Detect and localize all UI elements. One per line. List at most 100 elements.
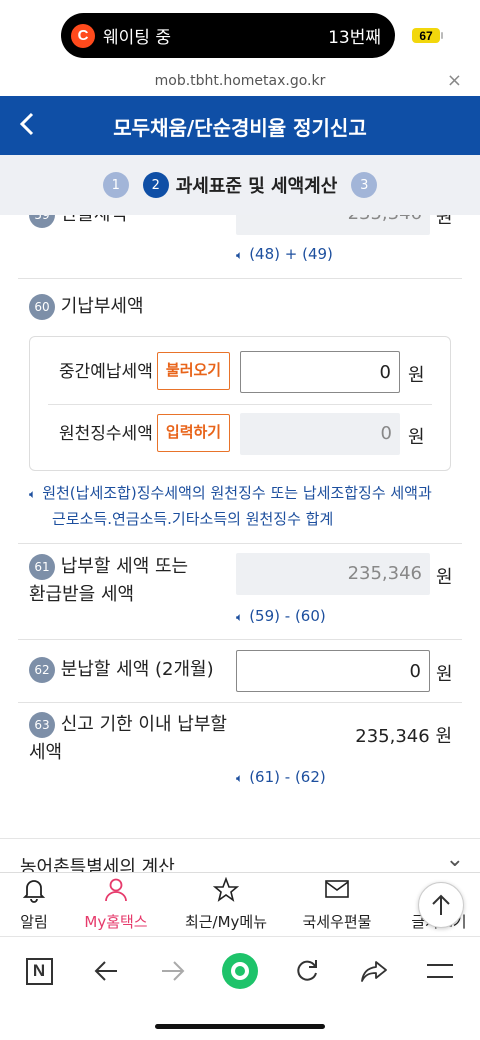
battery-icon: 67 xyxy=(412,28,440,43)
row-63-number: 63 xyxy=(29,712,55,738)
forward-button[interactable] xyxy=(153,951,193,991)
catchtable-logo-icon: C xyxy=(71,23,95,48)
arrow-up-icon xyxy=(432,894,450,915)
step-2-label: 과세표준 및 세액계산 xyxy=(175,176,338,197)
mail-icon xyxy=(296,877,378,911)
row-60-note-line1: 원천(납세조합)징수세액의 원천징수 또는 납세조합징수 세액과 xyxy=(42,484,432,502)
row-61-value: 235,346 xyxy=(236,553,430,595)
nav-alarm[interactable]: 알림 xyxy=(6,873,62,937)
bottom-nav: 알림 My홈택스 최근/My메뉴 국세우편물 가 글자크기 xyxy=(0,872,480,936)
step-1[interactable]: 1 xyxy=(102,172,129,198)
nav-mail-label: 국세우편물 xyxy=(302,913,372,931)
star-icon xyxy=(180,876,272,911)
naver-home-button[interactable]: N xyxy=(19,951,59,991)
row-61-unit: 원 xyxy=(436,567,453,588)
row-62-label: 62 분납할 세액 (2개월) xyxy=(29,656,214,684)
speaker-icon: 🔈︎ xyxy=(29,487,37,501)
enter-withholding-button[interactable]: 입력하기 xyxy=(157,414,230,452)
row-62-number: 62 xyxy=(29,657,55,683)
speaker-icon: 🔈︎ xyxy=(236,610,244,624)
row-61-label-line1: 납부할 세액 또는 xyxy=(60,556,189,577)
nav-myhometax[interactable]: My홈택스 xyxy=(76,873,156,937)
row-63-formula[interactable]: 🔈︎ (61) - (62) xyxy=(236,768,326,786)
rural-tax-section-title: 농어촌특별세의 계산 xyxy=(20,857,175,872)
waiting-status-text: 웨이팅 중 xyxy=(103,28,171,48)
divider xyxy=(18,702,462,703)
arrow-right-icon xyxy=(162,961,185,981)
page-title: 모두채움/단순경비율 정기신고 xyxy=(113,116,367,140)
green-circle-icon xyxy=(222,953,258,989)
installment-tax-input[interactable]: 0 xyxy=(236,650,430,692)
chevron-down-icon: ⌄ xyxy=(445,847,464,872)
reload-icon xyxy=(297,960,317,981)
row-63-label-line1: 신고 기한 이내 납부할 xyxy=(60,714,227,735)
speaker-icon: 🔈︎ xyxy=(236,771,244,785)
row-59-label: 59 산출세액 xyxy=(29,215,127,229)
live-activity-island[interactable]: C 웨이팅 중 13번째 xyxy=(61,13,395,58)
reload-button[interactable] xyxy=(287,951,327,991)
url-text: mob.tbht.hometax.go.kr xyxy=(154,73,326,89)
row-59-label-text: 산출세액 xyxy=(61,215,127,225)
nav-myhometax-label: My홈택스 xyxy=(84,913,148,931)
row-59-value: 235,346 xyxy=(236,215,430,235)
row-61-label-line2: 환급받을 세액 xyxy=(29,584,135,605)
form-content[interactable]: 59 산출세액 235,346 원 🔈︎ (48) + (49) 60 기납부세액… xyxy=(0,215,480,870)
menu-button[interactable] xyxy=(420,951,460,991)
arrow-left-icon xyxy=(94,961,117,981)
interim-tax-label: 중간예납세액 xyxy=(59,362,153,382)
nav-alarm-label: 알림 xyxy=(20,913,48,931)
withholding-tax-unit: 원 xyxy=(408,427,425,448)
row-62-label-text: 분납할 세액 (2개월) xyxy=(60,659,214,680)
row-61-label: 61 납부할 세액 또는 xyxy=(29,553,188,581)
row-62-unit: 원 xyxy=(436,664,453,685)
row-59-number: 59 xyxy=(29,215,55,228)
naver-n-icon: N xyxy=(25,957,53,985)
battery-tip xyxy=(441,32,443,39)
scroll-to-top-button[interactable] xyxy=(418,882,464,928)
row-61-number: 61 xyxy=(29,554,55,580)
row-63-label-line2: 세액 xyxy=(29,742,63,763)
withholding-tax-value: 0 xyxy=(240,413,400,455)
step-indicator: 1 2 과세표준 및 세액계산 3 xyxy=(0,155,480,215)
nav-recent-label: 최근/My메뉴 xyxy=(184,913,268,931)
url-bar[interactable]: mob.tbht.hometax.go.kr × xyxy=(0,68,480,96)
row-61-formula[interactable]: 🔈︎ (59) - (60) xyxy=(236,607,326,625)
rural-tax-section-header[interactable]: 농어촌특별세의 계산 ⌄ xyxy=(0,838,480,872)
share-button[interactable] xyxy=(354,951,394,991)
status-bar: C 웨이팅 중 13번째 67 xyxy=(0,0,480,68)
hamburger-menu-icon xyxy=(427,964,453,978)
row-59-formula-text: (48) + (49) xyxy=(249,245,333,263)
home-indicator xyxy=(155,1024,325,1029)
withholding-tax-label: 원천징수세액 xyxy=(59,424,153,444)
row-59-formula[interactable]: 🔈︎ (48) + (49) xyxy=(236,245,333,263)
close-icon[interactable]: × xyxy=(447,70,462,91)
back-button[interactable] xyxy=(86,951,126,991)
row-63-value: 235,346 원 xyxy=(355,726,452,747)
nav-recent[interactable]: 최근/My메뉴 xyxy=(180,873,272,937)
row-63-label: 63 신고 기한 이내 납부할 xyxy=(29,711,227,739)
divider xyxy=(18,639,462,640)
row-60-label-text: 기납부세액 xyxy=(60,296,144,317)
row-63-formula-text: (61) - (62) xyxy=(249,768,326,786)
interim-tax-input[interactable]: 0 xyxy=(240,351,400,393)
row-60-note[interactable]: 🔈︎ 원천(납세조합)징수세액의 원천징수 또는 납세조합징수 세액과 xyxy=(29,481,432,507)
nav-mail[interactable]: 국세우편물 xyxy=(296,873,378,937)
row-60-note-line2: 근로소득.연금소득.기타소득의 원천징수 합계 xyxy=(52,510,334,528)
green-dot-button[interactable] xyxy=(220,951,260,991)
waiting-order-text: 13번째 xyxy=(328,28,381,48)
divider xyxy=(48,404,432,405)
load-interim-button[interactable]: 불러오기 xyxy=(157,352,230,390)
row-59-unit: 원 xyxy=(436,215,453,228)
speaker-icon: 🔈︎ xyxy=(236,248,244,262)
step-2[interactable]: 2 xyxy=(142,172,169,198)
divider xyxy=(18,278,462,279)
interim-tax-unit: 원 xyxy=(408,365,425,386)
bell-icon xyxy=(6,877,62,911)
step-3[interactable]: 3 xyxy=(351,172,378,198)
person-icon xyxy=(76,877,156,911)
page-header: 모두채움/단순경비율 정기신고 xyxy=(0,96,480,155)
row-61-formula-text: (59) - (60) xyxy=(249,607,326,625)
row-60-label: 60 기납부세액 xyxy=(29,293,144,321)
row-60-number: 60 xyxy=(29,294,55,320)
divider xyxy=(18,543,462,544)
